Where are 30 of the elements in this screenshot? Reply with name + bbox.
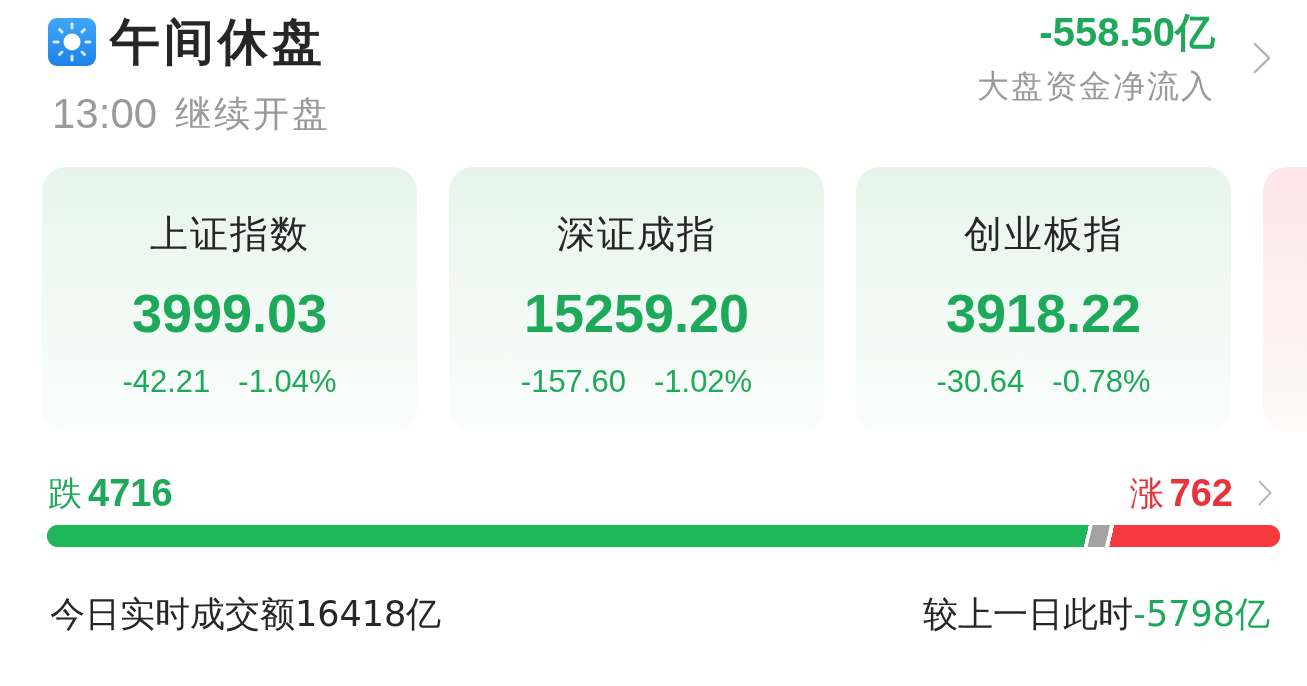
resume-label: 继续开盘 (175, 92, 332, 136)
index-card[interactable]: 上证指数 3999.03 -42.21 -1.04% (42, 167, 417, 432)
index-value: 15259.20 (523, 282, 750, 345)
index-name: 深证成指 (556, 211, 717, 258)
index-change: -42.21 (122, 363, 211, 401)
index-name: 上证指数 (149, 211, 310, 258)
index-card[interactable]: 深证成指 15259.20 -157.60 -1.02% (449, 167, 824, 432)
chevron-right-icon[interactable] (1258, 480, 1272, 506)
rising-count: 762 (1169, 471, 1233, 515)
index-card[interactable]: 创业板指 3918.22 -30.64 -0.78% (856, 167, 1231, 432)
index-change-percent: -0.78% (1052, 363, 1151, 401)
comparison-label: 较上一日此时 (923, 593, 1134, 636)
index-change: -30.64 (936, 363, 1025, 401)
falling-label: 跌 (48, 472, 82, 515)
session-title: 午间休盘 (110, 14, 326, 70)
falling-count: 4716 (88, 471, 173, 515)
index-change: -157.60 (520, 363, 626, 401)
net-inflow-label: 大盘资金净流入 (977, 66, 1215, 106)
rising-label: 涨 (1129, 472, 1164, 515)
turnover-text: 今日实时成交额16418亿 (50, 593, 442, 636)
chevron-right-icon[interactable] (1253, 42, 1271, 74)
index-change-percent: -1.02% (653, 363, 753, 401)
index-name: 创业板指 (963, 211, 1124, 258)
resume-time: 13:00 (52, 92, 158, 136)
index-change-percent: -1.04% (238, 363, 337, 401)
index-value: 3999.03 (131, 282, 328, 345)
net-inflow-amount: -558.50亿 (1039, 14, 1215, 50)
sun-icon (48, 18, 96, 66)
index-value: 3918.22 (945, 282, 1142, 345)
comparison-value: -5798亿 (1133, 593, 1270, 636)
